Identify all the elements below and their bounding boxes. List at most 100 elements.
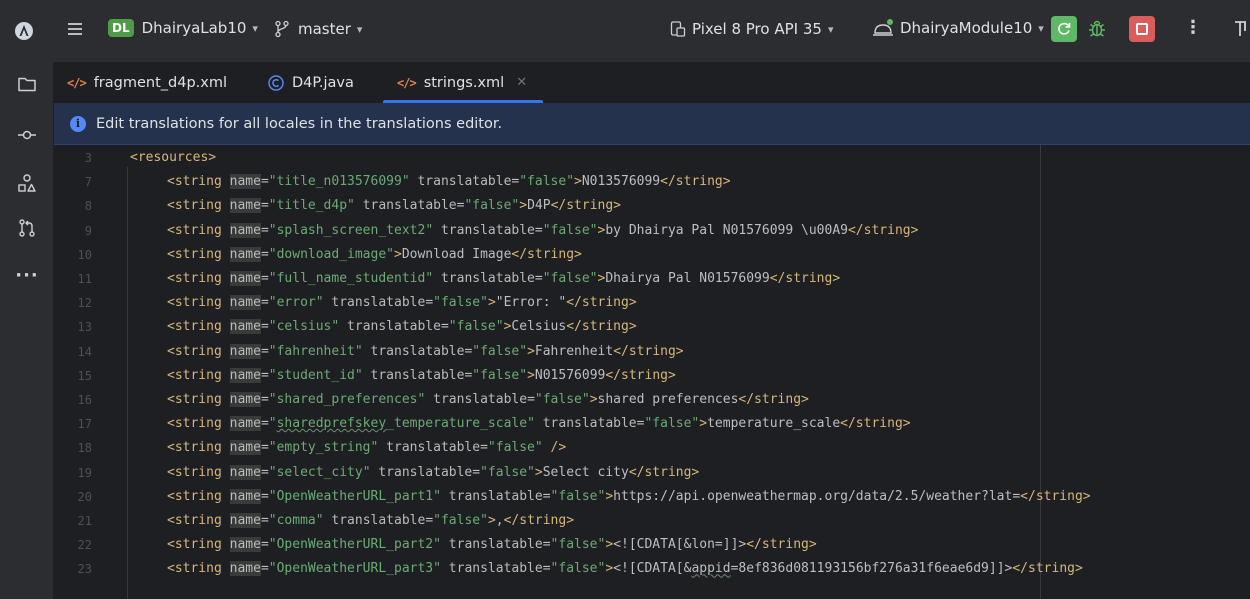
stop-icon [1136,23,1148,35]
xml-tag: <string [167,198,230,214]
xml-attribute: name [229,343,261,359]
code-line: <resources> [130,146,216,170]
string-quote: " [354,367,363,383]
code-line: <string name="OpenWeatherURL_part1" tran… [167,485,1091,509]
punctuation: = [260,246,269,262]
punctuation: = [260,513,269,528]
xml-attribute: translatable [433,222,535,238]
code-line: <string name="fahrenheit" translatable="… [167,340,684,364]
string-resource-name: fahrenheit [276,343,355,359]
rerun-icon [1058,22,1071,35]
android-studio-logo-icon[interactable] [14,21,34,41]
bug-icon [1089,20,1105,37]
punctuation: = [260,295,269,311]
string-content: D4P [527,198,551,214]
line-number: 12 [77,296,92,311]
punctuation: = [260,392,269,407]
xml-attribute: translatable [425,392,528,407]
xml-attribute: name [229,488,261,504]
string-quote: " [268,343,277,359]
string-quote: " [268,392,277,407]
debug-button[interactable] [1087,19,1107,39]
translatable-value: "false" [542,271,598,286]
module-name: DhairyaModule10 [900,19,1033,37]
tab-d4p-java[interactable]: D4P.java [268,62,354,103]
string-quote: " [433,561,441,577]
xml-tag: </string> [769,271,841,286]
translatable-value: "false" [550,488,606,504]
xml-tag: <string [167,222,230,238]
xml-attribute: name [229,295,261,311]
pull-requests-icon[interactable] [0,208,54,248]
commit-icon[interactable] [0,115,54,155]
xml-tag: > [519,198,528,214]
xml-tag: > [487,513,496,528]
xml-attribute: translatable [440,561,543,577]
rerun-button[interactable] [1051,16,1077,42]
code-editor[interactable]: 3 7 8 9 10 11 12 13 14 15 16 17 18 19 20 21 22 23 <resour… [54,145,1250,599]
code-line: <string name="comma" translatable="false… [167,509,574,533]
right-margin-guide [1040,145,1041,599]
tab-strings-xml[interactable]: </> strings.xml ✕ [382,62,544,103]
resource-manager-icon[interactable] [0,163,54,203]
punctuation: = [542,561,551,577]
vcs-branch-selector[interactable]: master ▾ [274,20,362,38]
xml-tag: </string> [660,174,731,190]
xml-tag: > [534,464,543,480]
string-content: "Error: " [495,295,567,311]
info-icon: i [70,115,86,132]
xml-file-icon: </> [67,75,87,90]
project-name: DhairyaLab10 [141,19,247,37]
run-config-selector[interactable]: DhairyaModule10 ▾ [872,18,1044,38]
xml-tag: </string> [628,464,700,480]
xml-tag: > [605,488,614,504]
line-number: 22 [77,538,92,553]
xml-tag: /> [542,440,567,456]
xml-tag: </string> [1020,488,1091,504]
xml-tag: </string> [566,319,637,335]
xml-tag: > [605,537,614,553]
branch-name: master [298,20,351,38]
string-quote: " [354,343,363,359]
main-toolbar: DL DhairyaLab10 ▾ master ▾ Pixel 8 Pro A… [0,0,1250,62]
chevron-down-icon: ▾ [827,22,834,36]
string-quote: " [433,488,441,504]
close-tab-icon[interactable]: ✕ [516,75,527,90]
project-selector[interactable]: DL DhairyaLab10 ▾ [108,19,258,37]
string-quote: " [268,198,277,214]
string-quote: " [268,246,277,262]
xml-tag: </string> [746,537,817,553]
xml-tag: </string> [511,246,582,262]
string-quote: " [268,222,277,238]
translatable-value: "false" [433,295,488,311]
punctuation: = [260,464,269,480]
string-resource-name: sharedprefskey_temperature_scale [277,416,527,431]
stop-button[interactable] [1129,16,1155,42]
string-quote: " [268,367,277,383]
xml-tag: > [527,367,535,383]
string-quote: " [268,416,277,432]
punctuation: = [542,537,551,553]
more-actions-icon[interactable]: ⋮ [1184,17,1202,38]
xml-attribute: name [229,319,261,335]
device-selector[interactable]: Pixel 8 Pro API 35 ▾ [670,20,833,38]
more-tool-windows-icon[interactable]: ··· [0,255,54,295]
line-number: 11 [77,272,92,286]
string-resource-name: title_d4p [276,198,348,214]
project-folder-icon[interactable] [0,64,54,104]
xml-tag: > [699,416,708,432]
settings-icon[interactable] [1234,19,1250,39]
string-resource-name: comma [276,513,316,528]
string-content: Download Image [401,246,512,262]
line-number: 21 [77,514,92,528]
xml-tag: <string [167,319,230,335]
xml-tag: </string> [550,198,622,214]
tab-fragment-d4p-xml[interactable]: </> fragment_d4p.xml [67,62,227,103]
punctuation: = [534,271,543,286]
code-line: <string name="shared_preferences" transl… [167,388,809,412]
punctuation: = [260,319,269,335]
code-line: <string name="full_name_studentid" trans… [167,267,840,291]
xml-tag: </string> [738,392,809,407]
main-menu-icon[interactable] [66,20,84,38]
xml-attribute: name [229,537,261,553]
